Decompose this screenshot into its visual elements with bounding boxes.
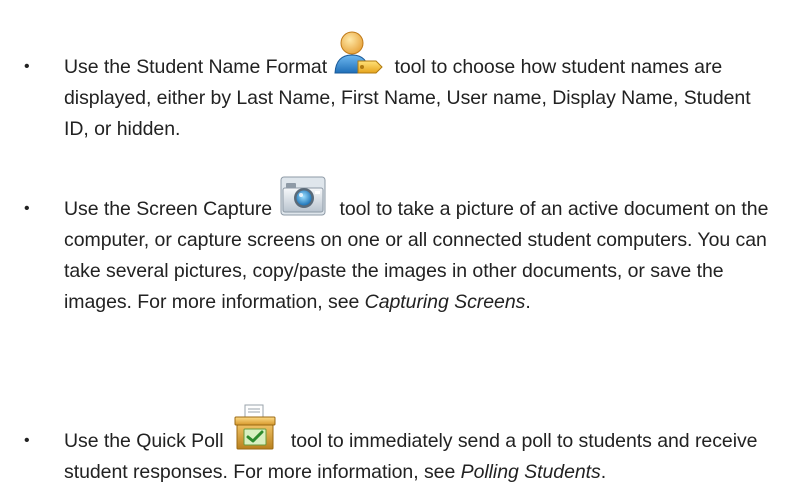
student-name-format-icon [332, 27, 384, 79]
list-item-text: Use the Student Name Format tool to choo… [64, 31, 776, 145]
quick-poll-icon [229, 403, 281, 453]
list-item-text: Use the Quick Poll tool to immediately s… [64, 404, 776, 488]
camera-icon [277, 173, 329, 221]
link-capturing-screens[interactable]: Capturing Screens [365, 291, 526, 313]
document-page: • Use the Student Name Format tool to ch… [0, 0, 786, 504]
bullet: • [24, 432, 30, 449]
link-polling-students[interactable]: Polling Students [461, 461, 601, 483]
list-item-text: Use the Screen Capture tool to take a pi… [64, 176, 776, 318]
bullet: • [24, 58, 30, 75]
bullet: • [24, 200, 30, 217]
